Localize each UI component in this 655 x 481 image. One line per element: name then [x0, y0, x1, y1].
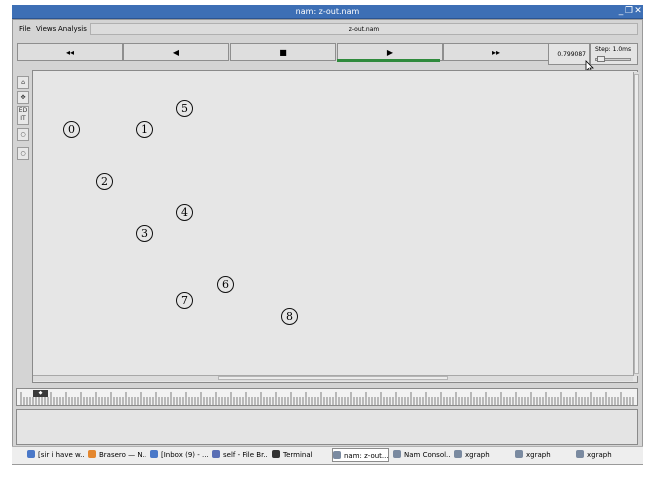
taskbar-item-label: nam: z-out....: [344, 452, 389, 460]
taskbar-item-label: Terminal: [283, 451, 313, 459]
network-canvas[interactable]: [32, 70, 638, 383]
close-icon[interactable]: ✕: [633, 6, 643, 17]
node-6[interactable]: 6: [217, 276, 234, 293]
taskbar-item[interactable]: xgraph: [576, 448, 633, 462]
time-marker[interactable]: ◆: [33, 390, 48, 397]
taskbar-item-label: [sir i have w...: [38, 451, 84, 459]
node-1[interactable]: 1: [136, 121, 153, 138]
file-name-label: z-out.nam: [90, 23, 638, 35]
taskbar-item-label: xgraph: [587, 451, 612, 459]
node-4[interactable]: 4: [176, 204, 193, 221]
fast-forward-button[interactable]: ▸▸: [443, 43, 549, 61]
current-time-display: 0.799087: [548, 43, 590, 65]
taskbar-item[interactable]: xgraph: [515, 448, 572, 462]
terminal-icon: [272, 450, 280, 458]
node-7[interactable]: 7: [176, 292, 193, 309]
browser-icon: [27, 450, 35, 458]
taskbar-item-label: xgraph: [465, 451, 490, 459]
step-control: Step: 1.0ms: [590, 43, 638, 65]
menu-analysis[interactable]: Analysis: [58, 22, 87, 36]
edit-button[interactable]: ED IT: [17, 106, 29, 125]
taskbar-item[interactable]: nam: z-out....: [332, 448, 389, 462]
taskbar-item-label: Nam Consol...: [404, 451, 450, 459]
window-icon: [454, 450, 462, 458]
taskbar-item-label: self - File Br...: [223, 451, 268, 459]
mail-icon: [150, 450, 158, 458]
tool-option-2[interactable]: ○: [17, 147, 29, 160]
step-label: Step: 1.0ms: [595, 46, 632, 53]
brasero-icon: [88, 450, 96, 458]
play-indicator: [337, 59, 440, 62]
node-0[interactable]: 0: [63, 121, 80, 138]
vertical-scroll-thumb[interactable]: [634, 74, 639, 374]
zoom-out-icon[interactable]: ✥: [17, 91, 29, 104]
taskbar-item[interactable]: Terminal: [272, 448, 328, 462]
stop-button[interactable]: ■: [230, 43, 336, 61]
menu-file[interactable]: File: [19, 22, 31, 36]
window-icon: [333, 451, 341, 459]
step-slider-thumb[interactable]: [597, 56, 605, 62]
taskbar-item[interactable]: self - File Br...: [212, 448, 268, 462]
zoom-in-icon[interactable]: ⌂: [17, 76, 29, 89]
node-5[interactable]: 5: [176, 100, 193, 117]
window-icon: [576, 450, 584, 458]
menu-views[interactable]: Views: [36, 22, 56, 36]
taskbar-item[interactable]: Brasero — N...: [88, 448, 146, 462]
window-icon: [515, 450, 523, 458]
horizontal-scroll-thumb[interactable]: [218, 376, 448, 380]
node-3[interactable]: 3: [136, 225, 153, 242]
folder-icon: [212, 450, 220, 458]
taskbar-item-label: xgraph: [526, 451, 551, 459]
window-icon: [393, 450, 401, 458]
annotation-panel: [16, 409, 638, 445]
taskbar-item-label: Brasero — N...: [99, 451, 146, 459]
taskbar-item[interactable]: xgraph: [454, 448, 511, 462]
node-2[interactable]: 2: [96, 173, 113, 190]
rewind-button[interactable]: ◂◂: [17, 43, 123, 61]
timeline-ruler[interactable]: [16, 388, 638, 406]
tool-option-1[interactable]: ○: [17, 128, 29, 141]
step-back-button[interactable]: ◀: [123, 43, 229, 61]
taskbar-item-label: [Inbox (9) - ...: [161, 451, 208, 459]
window-title: nam: z-out.nam: [295, 7, 360, 16]
taskbar-item[interactable]: Nam Consol...: [393, 448, 450, 462]
window-title-bar[interactable]: nam: z-out.nam _ ❐ ✕: [12, 5, 643, 19]
node-8[interactable]: 8: [281, 308, 298, 325]
taskbar-item[interactable]: [sir i have w...: [27, 448, 84, 462]
taskbar-item[interactable]: [Inbox (9) - ...: [150, 448, 208, 462]
